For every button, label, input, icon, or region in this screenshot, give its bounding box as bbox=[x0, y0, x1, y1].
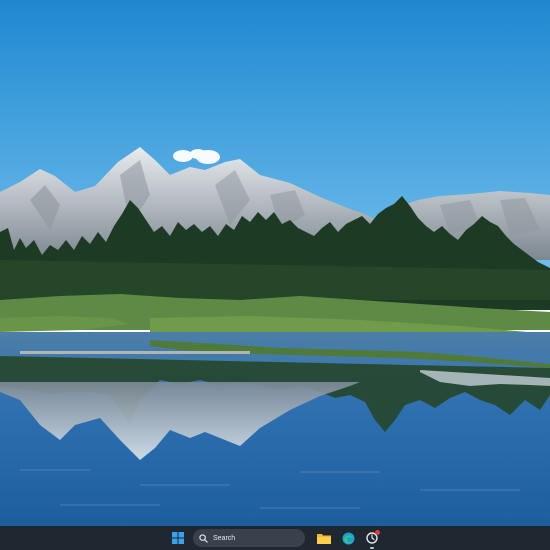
running-indicator bbox=[370, 547, 374, 549]
taskbar-app-edge[interactable] bbox=[339, 529, 357, 547]
search-icon bbox=[199, 533, 208, 543]
taskbar: Search bbox=[0, 526, 550, 550]
start-button[interactable] bbox=[169, 529, 187, 547]
search-label: Search bbox=[213, 534, 236, 542]
taskbar-search-box[interactable]: Search bbox=[193, 529, 305, 547]
notification-badge bbox=[375, 530, 380, 535]
folder-icon bbox=[317, 534, 331, 544]
taskbar-app-notification[interactable] bbox=[363, 529, 381, 549]
desktop-wallpaper bbox=[0, 0, 550, 526]
mountain-lake-wallpaper bbox=[0, 0, 550, 526]
windows-logo-icon bbox=[172, 532, 184, 544]
driftwood bbox=[20, 351, 250, 354]
taskbar-app-file-explorer[interactable] bbox=[315, 529, 333, 547]
edge-icon bbox=[341, 531, 355, 545]
